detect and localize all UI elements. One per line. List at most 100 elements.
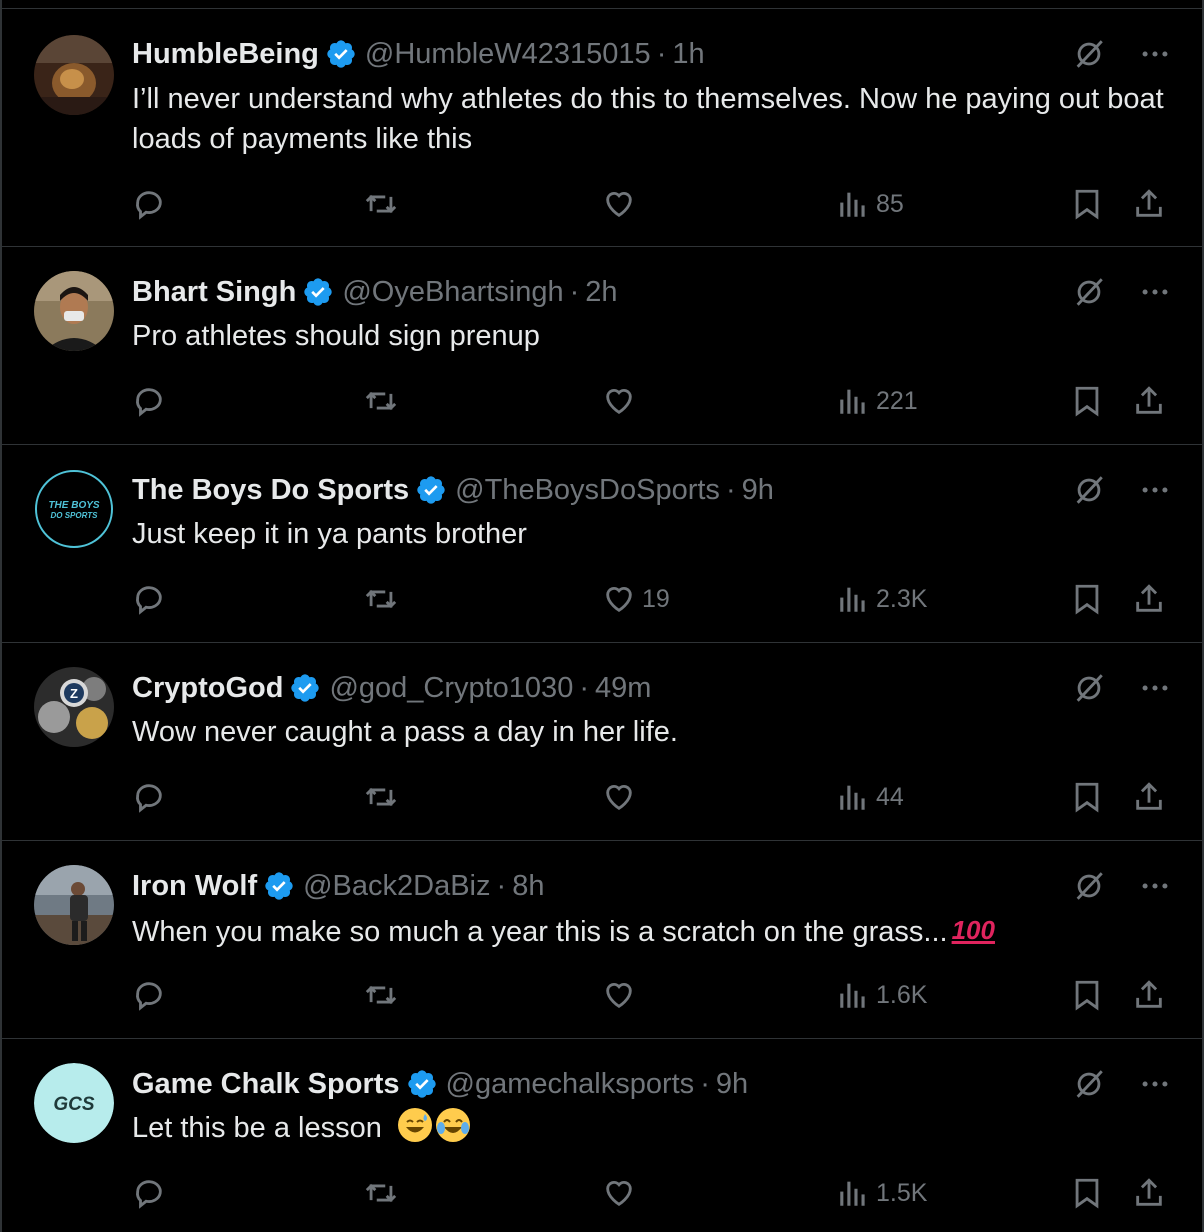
verified-badge-icon[interactable] [263,870,295,902]
more-icon[interactable] [1138,473,1172,507]
grok-icon[interactable] [1072,869,1106,903]
handle[interactable]: @TheBoysDoSports [455,474,720,507]
views-button[interactable]: 221 [836,381,918,421]
verified-badge-icon[interactable] [302,276,334,308]
timestamp[interactable]: 9h [742,474,774,507]
tweet[interactable]: Bhart Singh @OyeBhartsingh · 2h Pro athl… [2,246,1202,444]
grok-icon[interactable] [1072,473,1106,507]
like-button[interactable] [602,381,642,421]
tweet[interactable]: Z CryptoGod @god_Crypto1030 · 49m Wow ne… [2,642,1202,840]
display-name[interactable]: The Boys Do Sports [132,474,409,507]
handle[interactable]: @HumbleW42315015 [365,38,651,71]
view-count: 1.6K [876,980,928,1009]
reply-button[interactable] [132,579,166,619]
display-name[interactable]: Iron Wolf [132,870,257,903]
grok-icon[interactable] [1072,1067,1106,1101]
tweet-text-body: When you make so much a year this is a s… [132,916,948,948]
view-count: 85 [876,189,904,218]
avatar[interactable]: Z [34,667,114,747]
verified-badge-icon[interactable] [415,474,447,506]
retweet-button[interactable] [364,975,398,1015]
bookmark-button[interactable] [1070,381,1104,421]
retweet-button[interactable] [364,184,398,224]
timestamp[interactable]: 49m [595,672,651,705]
views-button[interactable]: 1.6K [836,975,927,1015]
timestamp[interactable]: 8h [512,870,544,903]
reply-button[interactable] [132,975,166,1015]
avatar[interactable] [34,865,114,945]
avatar[interactable] [34,271,114,351]
timeline-feed: HumbleBeing @HumbleW42315015 · 1h I’ll n… [0,0,1204,1232]
share-button[interactable] [1132,975,1166,1015]
verified-badge-icon[interactable] [406,1068,438,1100]
more-icon[interactable] [1138,869,1172,903]
views-button[interactable]: 85 [836,184,904,224]
retweet-button[interactable] [364,1173,398,1213]
like-button[interactable] [602,975,642,1015]
more-icon[interactable] [1138,1067,1172,1101]
grok-icon[interactable] [1072,671,1106,705]
views-button[interactable]: 2.3K [836,579,927,619]
reply-icon [136,784,162,813]
share-button[interactable] [1132,579,1166,619]
share-icon [1136,1178,1162,1206]
handle[interactable]: @Back2DaBiz [303,870,490,903]
separator-dot: · [656,37,667,70]
timestamp[interactable]: 2h [585,276,617,309]
handle[interactable]: @gamechalksports [446,1068,695,1101]
more-icon[interactable] [1138,37,1172,71]
bookmark-button[interactable] [1070,975,1104,1015]
avatar[interactable]: THE BOYS DO SPORTS [34,469,114,549]
display-name[interactable]: CryptoGod [132,672,283,705]
verified-badge-icon[interactable] [289,672,321,704]
bookmark-button[interactable] [1070,777,1104,817]
display-name[interactable]: Bhart Singh [132,276,296,309]
bookmark-button[interactable] [1070,579,1104,619]
view-count: 221 [876,386,918,415]
avatar[interactable] [34,35,114,115]
handle[interactable]: @OyeBhartsingh [342,276,563,309]
grok-icon[interactable] [1072,37,1106,71]
views-button[interactable]: 44 [836,777,904,817]
reply-button[interactable] [132,777,166,817]
reply-button[interactable] [132,381,166,421]
like-button[interactable] [602,777,642,817]
grok-icon[interactable] [1072,275,1106,309]
share-button[interactable] [1132,184,1166,224]
verified-badge-icon[interactable] [325,38,357,70]
share-icon [1136,584,1162,612]
sweat-smile-emoji [397,1108,432,1142]
more-icon[interactable] [1138,275,1172,309]
views-button[interactable]: 1.5K [836,1173,927,1213]
share-button[interactable] [1132,1173,1166,1213]
reply-button[interactable] [132,184,166,224]
like-button[interactable]: 19 [602,579,670,619]
bookmark-button[interactable] [1070,1173,1104,1213]
retweet-icon [365,1183,397,1203]
avatar[interactable]: GCS [34,1063,114,1143]
retweet-button[interactable] [364,579,398,619]
retweet-button[interactable] [364,381,398,421]
bookmark-icon [1075,1178,1099,1209]
tweet[interactable]: HumbleBeing @HumbleW42315015 · 1h I’ll n… [2,8,1202,246]
timestamp[interactable]: 1h [672,38,704,71]
views-icon [840,983,865,1008]
like-button[interactable] [602,1173,642,1213]
handle[interactable]: @god_Crypto1030 [329,672,573,705]
tweet-actions: 44 [132,777,1202,817]
retweet-button[interactable] [364,777,398,817]
tweet[interactable]: THE BOYS DO SPORTS The Boys Do Sports @T… [2,444,1202,642]
bookmark-button[interactable] [1070,184,1104,224]
tweet[interactable]: GCS Game Chalk Sports @gamechalksports ·… [2,1038,1202,1232]
like-button[interactable] [602,184,642,224]
reply-button[interactable] [132,1173,166,1213]
tweet[interactable]: Iron Wolf @Back2DaBiz · 8h When you make… [2,840,1202,1038]
retweet-icon [365,194,397,214]
share-button[interactable] [1132,381,1166,421]
more-icon[interactable] [1138,671,1172,705]
share-button[interactable] [1132,777,1166,817]
share-icon [1136,980,1162,1008]
display-name[interactable]: HumbleBeing [132,38,319,71]
timestamp[interactable]: 9h [716,1068,748,1101]
display-name[interactable]: Game Chalk Sports [132,1068,400,1101]
